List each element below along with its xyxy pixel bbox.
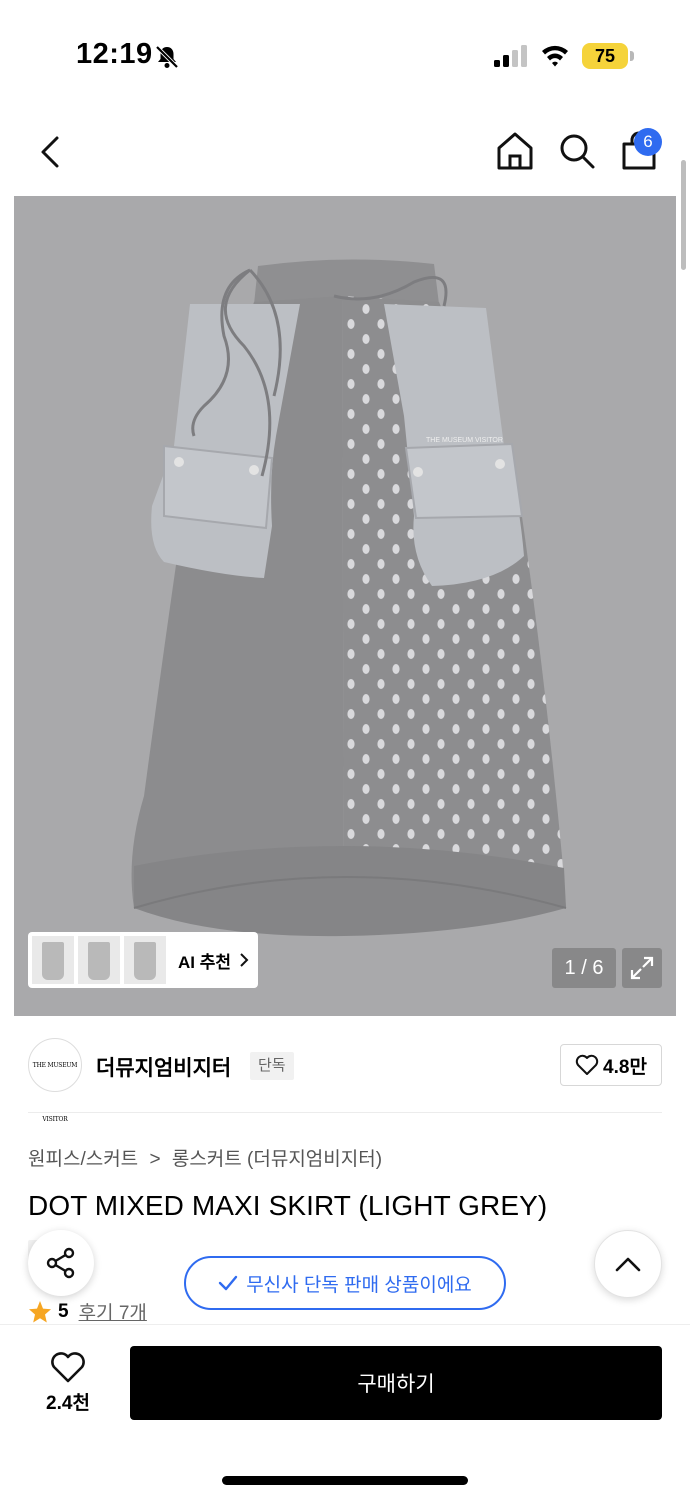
ai-thumbnail xyxy=(32,936,74,984)
battery-indicator: 75 xyxy=(582,43,634,69)
heart-icon xyxy=(575,1054,599,1075)
skirt-illustration: THE MUSEUM VISITOR xyxy=(131,259,567,937)
rating-score: 5 xyxy=(58,1300,69,1322)
brand-like-count: 4.8만 xyxy=(603,1056,647,1078)
wishlist-count: 2.4천 xyxy=(46,1392,90,1414)
brand-name[interactable]: 더뮤지엄비지터 xyxy=(96,1052,231,1082)
wifi-icon xyxy=(542,45,568,67)
heart-icon xyxy=(51,1351,85,1382)
brand-like-button[interactable]: 4.8만 xyxy=(560,1044,662,1086)
product-title: DOT MIXED MAXI SKIRT (LIGHT GREY) xyxy=(28,1190,548,1221)
ai-recommendation-card[interactable]: AI 추천 xyxy=(28,932,258,988)
share-button[interactable] xyxy=(28,1230,94,1296)
top-navigation xyxy=(0,110,690,196)
cart-count-badge: 6 xyxy=(634,128,662,156)
exclusive-sale-text: 무신사 단독 판매 상품이에요 xyxy=(246,1274,472,1296)
star-icon xyxy=(29,1300,51,1322)
buy-button[interactable]: 구매하기 xyxy=(130,1346,662,1420)
home-indicator xyxy=(222,1476,468,1485)
ai-thumbnail xyxy=(124,936,166,984)
brand-exclusive-tag: 단독 xyxy=(250,1052,294,1080)
product-rating: 5 후기 7개 xyxy=(28,1298,147,1325)
breadcrumb-category[interactable]: 원피스/스커트 xyxy=(28,1149,138,1170)
wishlist-button[interactable]: 2.4천 xyxy=(28,1346,108,1420)
ai-thumbnail xyxy=(78,936,120,984)
search-button[interactable] xyxy=(556,128,598,174)
expand-image-button[interactable] xyxy=(622,948,662,988)
breadcrumb-subcategory[interactable]: 롱스커트 (더뮤지엄비지터) xyxy=(172,1149,382,1170)
scrollbar[interactable] xyxy=(681,160,686,270)
product-image[interactable]: THE MUSEUM VISITOR xyxy=(14,196,676,1016)
chevron-up-icon xyxy=(615,1257,641,1272)
share-icon xyxy=(46,1247,75,1279)
check-icon xyxy=(218,1275,238,1291)
divider xyxy=(28,1112,662,1113)
home-icon xyxy=(497,132,533,170)
home-button[interactable] xyxy=(494,128,536,174)
breadcrumb: 원피스/스커트 > 롱스커트 (더뮤지엄비지터) xyxy=(28,1144,382,1171)
back-button[interactable] xyxy=(30,130,70,174)
signal-icon xyxy=(494,45,527,67)
ai-recommendation-label: AI 추천 xyxy=(178,952,232,972)
image-page-counter: 1 / 6 xyxy=(552,948,616,988)
expand-icon xyxy=(630,956,654,980)
chevron-right-icon xyxy=(240,953,249,967)
back-icon xyxy=(41,136,59,168)
breadcrumb-separator: > xyxy=(149,1149,161,1170)
exclusive-sale-banner: 무신사 단독 판매 상품이에요 xyxy=(184,1256,506,1310)
search-icon xyxy=(560,134,595,169)
garment-logo: THE MUSEUM VISITOR xyxy=(426,437,503,444)
status-time: 12:19 xyxy=(76,38,153,70)
brand-logo[interactable]: THE MUSEUM VISITOR xyxy=(28,1038,82,1123)
bell-muted-icon xyxy=(155,45,179,69)
status-bar: 12:19 75 xyxy=(0,0,690,110)
review-count-link[interactable]: 후기 7개 xyxy=(79,1298,147,1325)
scroll-to-top-button[interactable] xyxy=(594,1230,662,1298)
